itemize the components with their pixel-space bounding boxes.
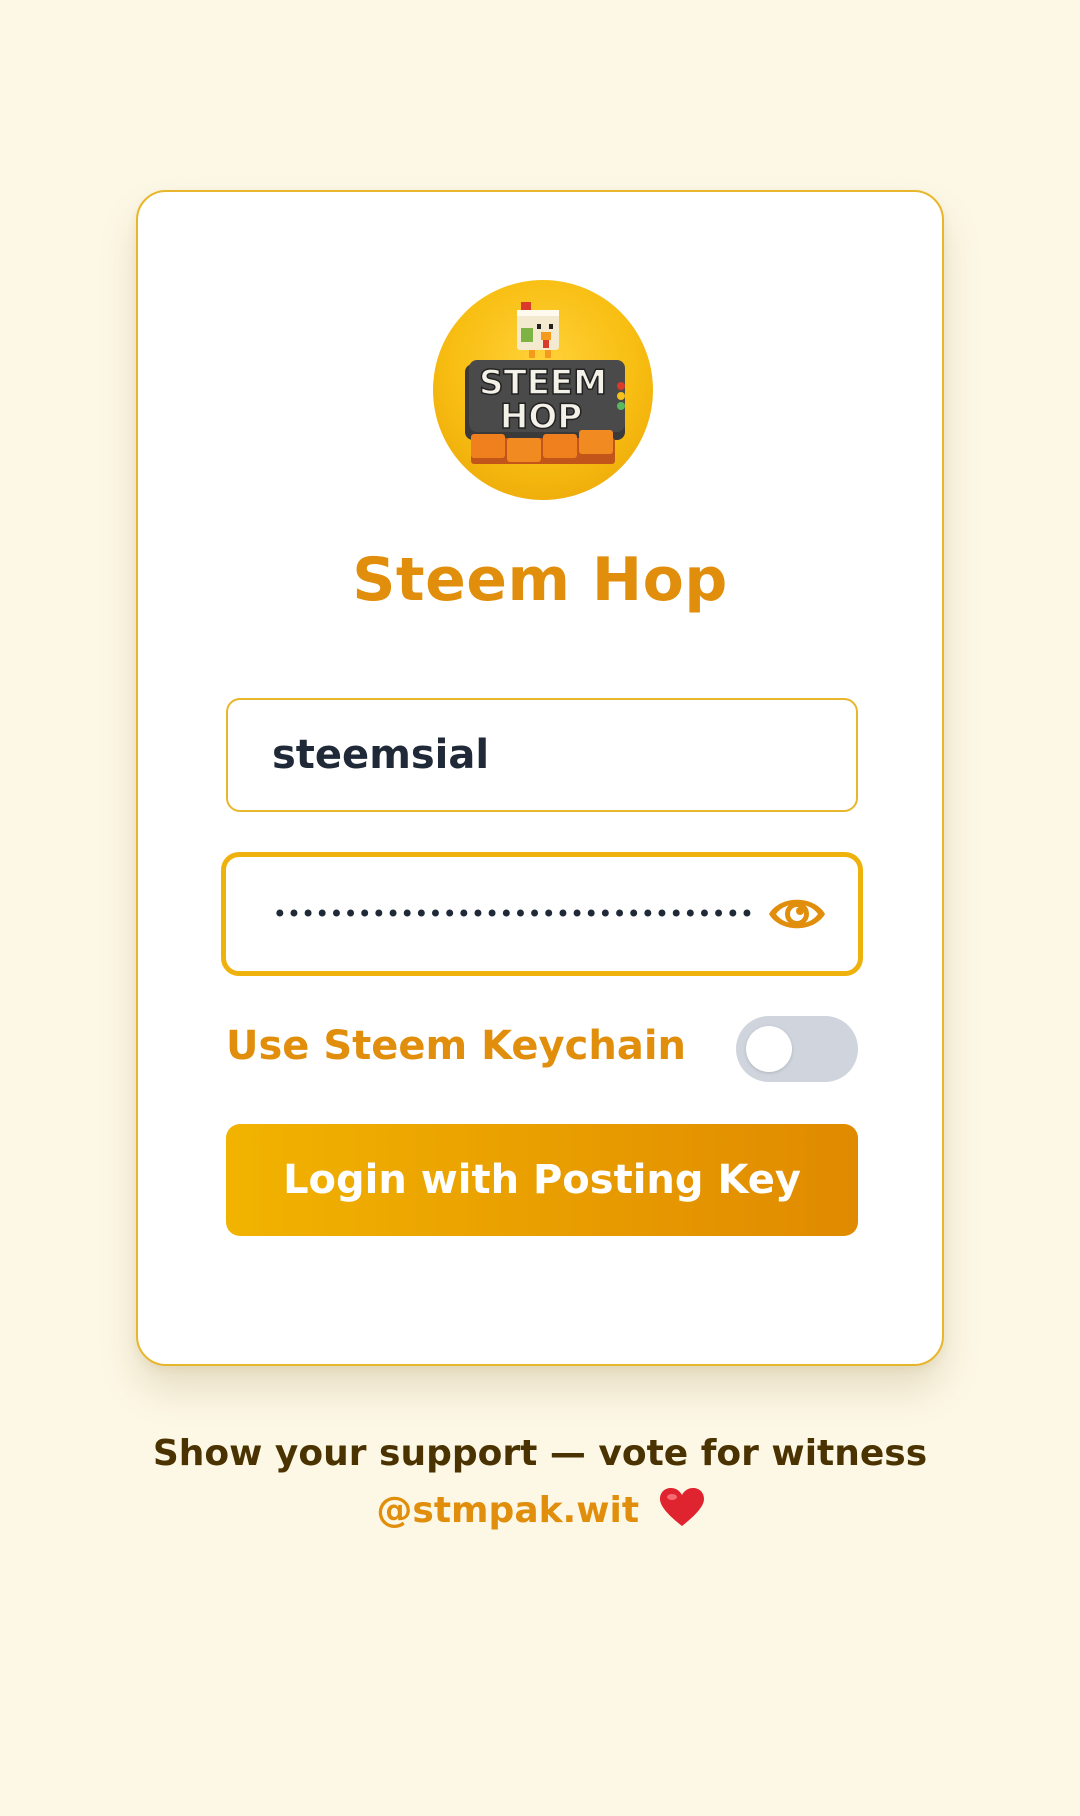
login-button[interactable]: Login with Posting Key (226, 1124, 858, 1236)
logo-text-hop: HOP (500, 397, 582, 437)
support-text: Show your support — vote for witness (152, 1433, 928, 1474)
eye-icon[interactable] (766, 887, 828, 941)
steem-hop-logo: STEEM HOP (433, 280, 653, 500)
witness-line: @stmpak.wit (0, 1488, 1080, 1532)
username-input[interactable] (226, 698, 858, 812)
witness-link[interactable]: @stmpak.wit (376, 1490, 639, 1531)
toggle-knob (746, 1026, 792, 1072)
posting-key-input[interactable]: ••••••••••••••••••••••••••••••••••••••••… (270, 857, 754, 971)
login-card: STEEM HOP Steem Hop ••••••••••••••••••••… (136, 190, 944, 1366)
keychain-toggle-label: Use Steem Keychain (226, 1023, 686, 1069)
posting-key-field[interactable]: ••••••••••••••••••••••••••••••••••••••••… (221, 852, 863, 976)
heart-icon (659, 1488, 704, 1526)
keychain-toggle[interactable] (736, 1016, 858, 1082)
app-title: Steem Hop (352, 545, 728, 615)
